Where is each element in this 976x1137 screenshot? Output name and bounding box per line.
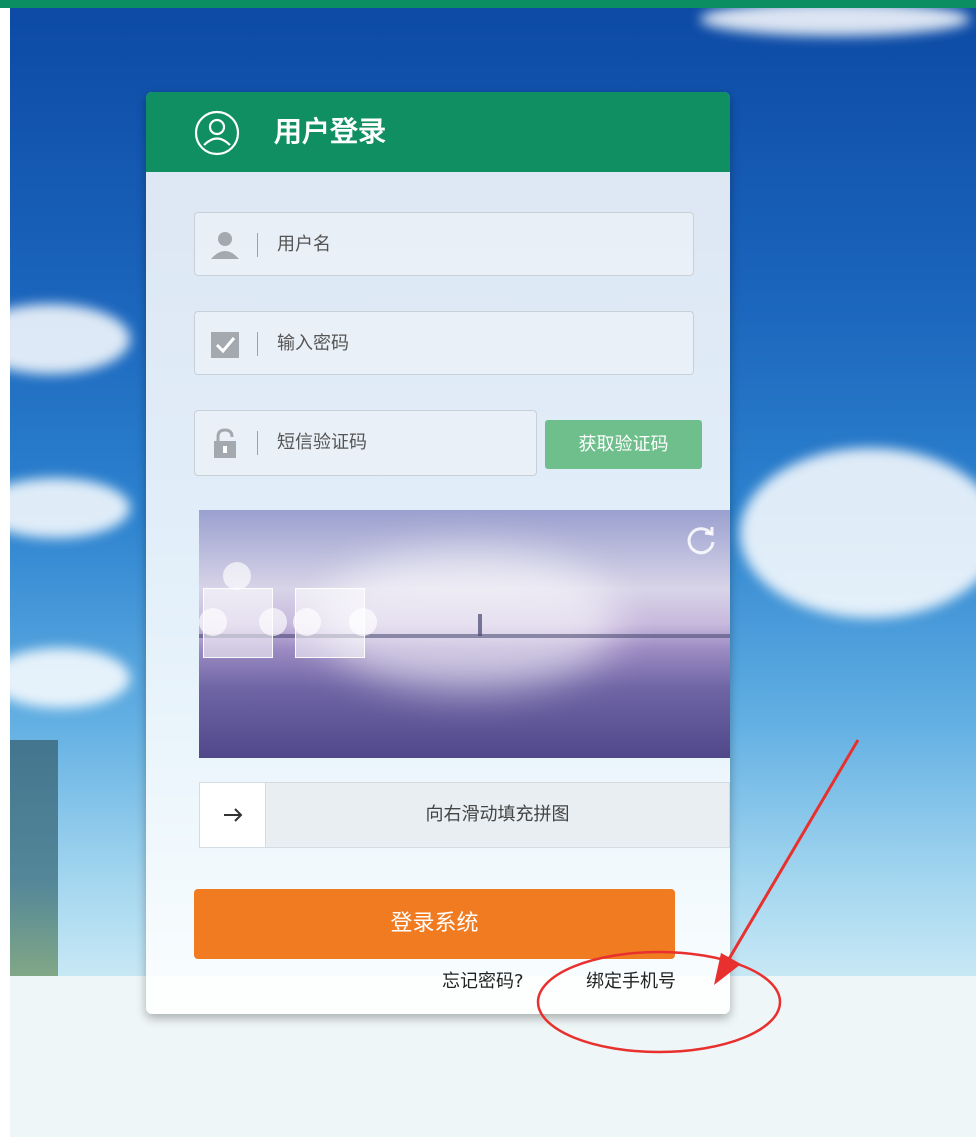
checkbox-icon [211, 332, 239, 358]
get-code-button[interactable]: 获取验证码 [545, 420, 702, 469]
cloud [10, 478, 130, 538]
bind-phone-link[interactable]: 绑定手机号 [586, 970, 676, 994]
username-field[interactable]: 用户名 [194, 212, 694, 276]
cloud [10, 648, 130, 708]
left-margin [0, 8, 10, 1137]
slider-hint: 向右滑动填充拼图 [425, 804, 570, 825]
password-placeholder: 输入密码 [277, 333, 349, 354]
field-separator [257, 431, 258, 455]
sms-code-field[interactable]: 短信验证码 [194, 410, 537, 476]
puzzle-knob [293, 608, 321, 636]
refresh-icon[interactable] [685, 524, 717, 556]
sms-code-placeholder: 短信验证码 [277, 432, 367, 453]
puzzle-knob [199, 608, 227, 636]
panel-header: 用户登录 [146, 92, 730, 172]
username-placeholder: 用户名 [277, 234, 331, 255]
puzzle-knob [223, 562, 251, 590]
login-panel: 用户登录 用户名 输入密码 短信验证码 获取验证码 向右滑动填充拼图 登录系统 … [146, 92, 730, 1014]
page-title: 用户登录 [274, 115, 387, 148]
field-separator [257, 332, 258, 356]
cloud [700, 8, 970, 36]
top-accent-bar [0, 0, 976, 8]
login-button[interactable]: 登录系统 [194, 889, 675, 959]
puzzle-knob [259, 608, 287, 636]
user-icon [211, 232, 239, 259]
field-separator [257, 233, 258, 257]
captcha-image [199, 510, 730, 758]
captcha-slider[interactable]: 向右滑动填充拼图 [199, 782, 730, 848]
arrow-right-icon [223, 808, 242, 822]
user-circle-icon [194, 110, 240, 156]
slider-handle[interactable] [200, 783, 266, 847]
password-field[interactable]: 输入密码 [194, 311, 694, 375]
bridge-tower [478, 614, 482, 636]
lock-icon [214, 428, 236, 458]
city-buildings [10, 740, 58, 976]
puzzle-knob [349, 608, 377, 636]
forgot-password-link[interactable]: 忘记密码? [442, 970, 524, 994]
cloud [10, 304, 130, 374]
cloud [740, 448, 976, 618]
